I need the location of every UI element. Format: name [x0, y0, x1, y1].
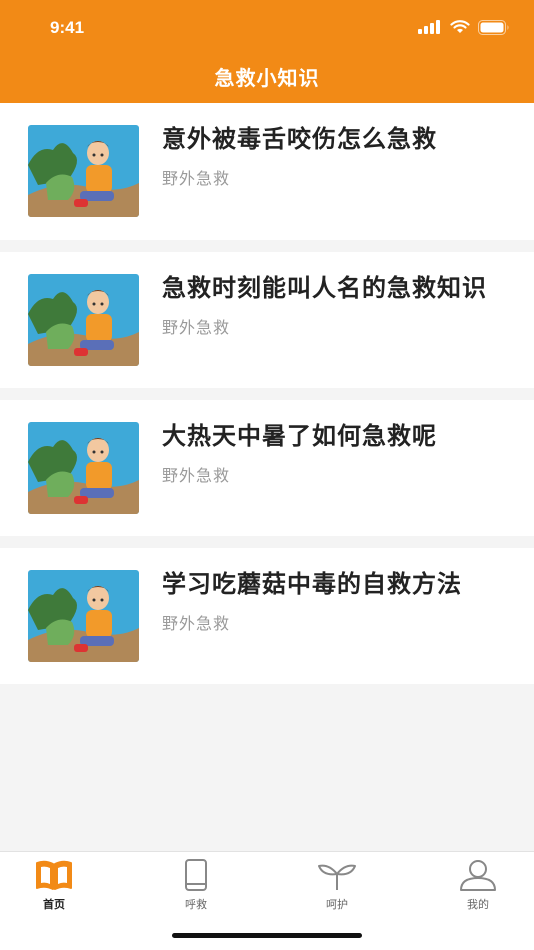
page-title: 急救小知识: [214, 66, 320, 90]
wifi-icon: [450, 20, 470, 33]
tab-label: 我的: [467, 898, 489, 911]
article-title: 急救时刻能叫人名的急救知识: [162, 274, 487, 302]
article-thumbnail: [28, 422, 139, 514]
battery-icon: [478, 19, 509, 35]
status-icons: [418, 18, 510, 36]
article-thumbnail: [28, 125, 139, 217]
article-title: 大热天中暑了如何急救呢: [162, 422, 437, 450]
tab-home[interactable]: 首页: [14, 858, 94, 912]
status-time: 9:41: [50, 18, 85, 37]
article-category: 野外急救: [162, 318, 231, 337]
tab-profile[interactable]: 我的: [438, 858, 518, 912]
phone-icon: [185, 859, 207, 891]
hiker-illustration: [28, 274, 139, 366]
app-screen: 9:41 急救小知识 意外被毒舌咬伤怎么急救 野外急救 急救时刻能叫人名的急救知…: [0, 0, 534, 950]
book-icon: [36, 860, 72, 890]
hiker-illustration: [28, 422, 139, 514]
home-indicator: [172, 933, 362, 938]
tab-label: 呵护: [326, 898, 348, 911]
article-card[interactable]: 大热天中暑了如何急救呢 野外急救: [0, 400, 534, 536]
tab-label: 呼救: [185, 898, 207, 911]
status-bar: 9:41: [0, 0, 534, 56]
article-category: 野外急救: [162, 466, 231, 485]
article-thumbnail: [28, 274, 139, 366]
article-list: 意外被毒舌咬伤怎么急救 野外急救 急救时刻能叫人名的急救知识 野外急救 大热天中…: [0, 103, 534, 696]
tab-care[interactable]: 呵护: [297, 858, 377, 912]
article-title: 意外被毒舌咬伤怎么急救: [162, 125, 437, 153]
article-card[interactable]: 急救时刻能叫人名的急救知识 野外急救: [0, 252, 534, 388]
tab-label: 首页: [43, 898, 65, 911]
user-icon: [460, 860, 496, 891]
article-card[interactable]: 意外被毒舌咬伤怎么急救 野外急救: [0, 103, 534, 240]
signal-icon: [418, 20, 440, 34]
article-thumbnail: [28, 570, 139, 662]
header-bar: 9:41 急救小知识: [0, 0, 534, 103]
tab-call[interactable]: 呼救: [156, 858, 236, 912]
sprout-icon: [318, 864, 356, 890]
article-category: 野外急救: [162, 614, 231, 633]
article-category: 野外急救: [162, 169, 231, 188]
hiker-illustration: [28, 125, 139, 217]
article-title: 学习吃蘑菇中毒的自救方法: [162, 570, 462, 598]
hiker-illustration: [28, 570, 139, 662]
article-card[interactable]: 学习吃蘑菇中毒的自救方法 野外急救: [0, 548, 534, 684]
